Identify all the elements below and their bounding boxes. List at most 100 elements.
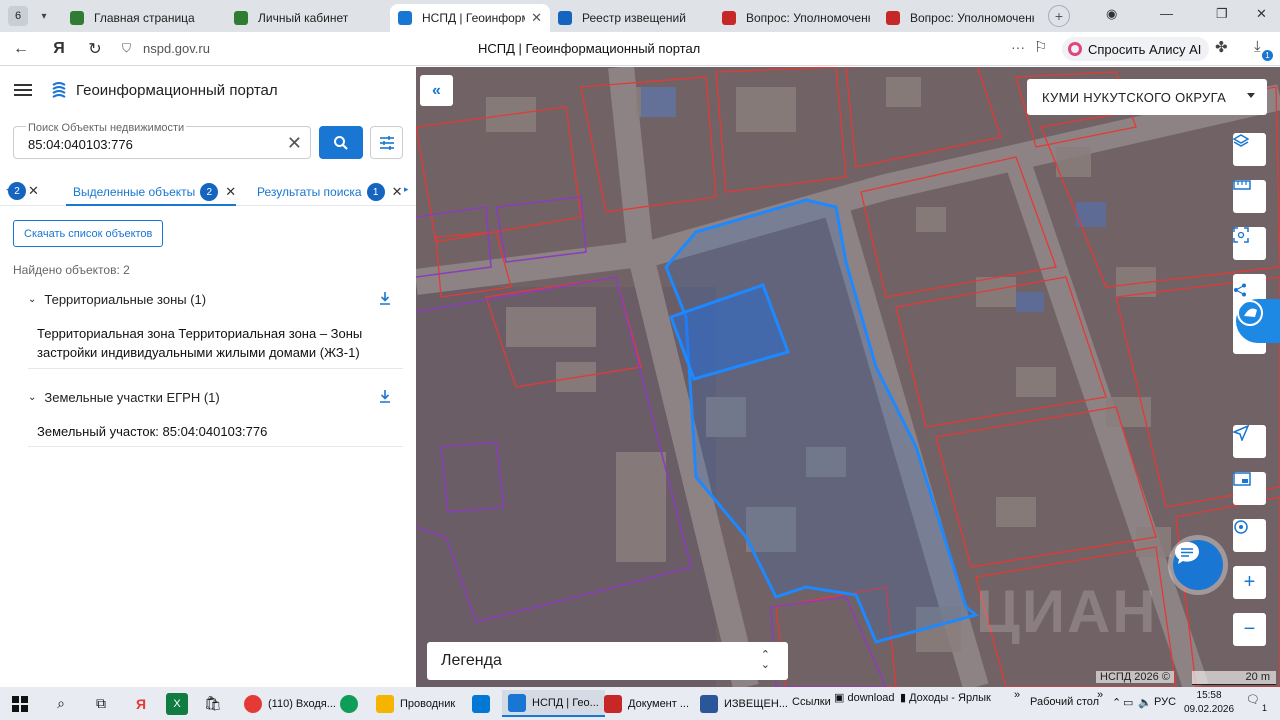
browser-tab[interactable]: Личный кабинет (226, 4, 390, 32)
taskbar-app-word[interactable]: ИЗВЕЩЕН... (694, 690, 794, 717)
toolbar-overflow-icon[interactable]: » (1014, 689, 1020, 701)
excel-icon[interactable]: X (166, 692, 188, 715)
caret-down-icon (1247, 93, 1255, 98)
search-icon (334, 135, 348, 150)
partial-tab-badge: 2 (8, 182, 26, 200)
map-view[interactable]: ЦИАН « КУМИ НУКУТСКОГО ОКРУГА + − Легенд… (416, 67, 1280, 687)
income-shortcut[interactable]: ▮ Доходы - Ярлык (900, 691, 991, 704)
tab-count-button[interactable]: 6 (8, 6, 28, 26)
search-icon[interactable]: ⌕ (50, 693, 72, 715)
ask-alisa-button[interactable]: Спросить Алису AI (1062, 37, 1210, 61)
layers-button[interactable] (1233, 133, 1266, 166)
download-icon[interactable] (378, 389, 392, 403)
browser-tab[interactable]: Реестр извещений (550, 4, 714, 32)
download-list-button[interactable]: Скачать список объектов (13, 220, 164, 247)
download-icon[interactable] (378, 291, 392, 305)
bookmark-icon[interactable]: ⚐ (1034, 38, 1047, 56)
reload-icon[interactable]: ↻ (82, 36, 108, 62)
url-text[interactable]: nspd.gov.ru (143, 41, 210, 56)
minimize-icon[interactable]: — (1160, 6, 1173, 21)
taskbar-app-outlook[interactable] (466, 690, 502, 717)
clock-time: 15:58 (1196, 690, 1222, 701)
close-window-icon[interactable]: ✕ (1256, 6, 1267, 22)
registry-favicon-icon (558, 11, 572, 25)
group-land-plots[interactable]: ⌄ Земельные участки ЕГРН (1) (28, 390, 220, 405)
taskbar-app-explorer[interactable]: Проводник (370, 690, 461, 717)
new-tab-button[interactable]: + (1048, 5, 1070, 27)
ruler-button[interactable] (1233, 180, 1266, 213)
app-title: Геоинформационный портал (76, 81, 278, 99)
store-icon[interactable]: 🛍 (202, 693, 224, 715)
filter-settings-button[interactable] (370, 126, 403, 159)
browser-tab[interactable]: Вопрос: Уполномоченн (714, 4, 878, 32)
more-toolbars-icon[interactable]: » (1097, 689, 1103, 701)
found-count: Найдено объектов: 2 (13, 263, 130, 277)
search-input[interactable]: Поиск Объекты недвижимости 85:04:040103:… (13, 122, 311, 159)
chrome-icon (244, 694, 262, 713)
tab-close-icon[interactable]: ✕ (531, 10, 542, 26)
menu-icon[interactable] (14, 81, 32, 99)
browser-tab-active[interactable]: НСПД | Геоинформац ✕ (390, 4, 550, 32)
site-info-icon[interactable]: ⛉ (122, 41, 131, 56)
yandex-browser-icon[interactable]: Я (130, 693, 152, 715)
links-toolbar[interactable]: Ссылки (792, 696, 831, 708)
list-item[interactable]: Территориальная зона Территориальная зон… (37, 324, 392, 362)
taskbar-app-edge[interactable] (334, 690, 370, 717)
outlook-icon (472, 694, 490, 713)
collapse-sidebar-button[interactable]: « (420, 75, 453, 106)
yandex-home-icon[interactable]: Я (46, 36, 72, 62)
expand-updown-icon[interactable]: ⌃ ⌄ (761, 650, 770, 671)
clock[interactable]: 15:58 09.02.2026 (1184, 689, 1234, 717)
windows-start-icon[interactable] (12, 695, 28, 712)
partial-tab-close-icon[interactable]: ✕ (28, 183, 39, 199)
tab-list-chevron-icon[interactable]: ▾ (34, 6, 54, 26)
zoom-in-button[interactable]: + (1233, 566, 1266, 599)
assistant-button[interactable] (1236, 299, 1280, 343)
taskbar-app-chrome[interactable]: (110) Входя... (238, 690, 342, 717)
zoom-out-button[interactable]: − (1233, 613, 1266, 646)
district-selector[interactable]: КУМИ НУКУТСКОГО ОКРУГА (1027, 79, 1267, 115)
tab-search-results[interactable]: Результаты поиска 1 ✕ (257, 183, 403, 201)
chat-button[interactable] (1173, 540, 1223, 590)
restore-icon[interactable]: ❐ (1216, 6, 1228, 22)
browser-tab-strip: 6 ▾ Главная страница Личный кабинет НСПД… (0, 0, 1280, 32)
task-view-icon[interactable]: ⧉ (90, 693, 112, 715)
search-value[interactable]: 85:04:040103:776 (28, 137, 133, 152)
more-icon[interactable]: ··· (1011, 39, 1025, 55)
volume-icon[interactable]: 🔈 (1138, 696, 1152, 709)
browser-tab[interactable]: Главная страница (62, 4, 226, 32)
list-item[interactable]: Земельный участок: 85:04:040103:776 (37, 422, 267, 441)
minimap-button[interactable] (1233, 472, 1266, 505)
group-territorial-zones[interactable]: ⌄ Территориальные зоны (1) (28, 292, 206, 307)
clear-search-icon[interactable]: ✕ (287, 133, 302, 154)
language-indicator[interactable]: РУС (1154, 696, 1176, 708)
network-icon[interactable]: ▭ (1123, 696, 1133, 709)
taskbar-app-nspd[interactable]: НСПД | Гео... (502, 690, 605, 717)
tabs-scroll-right-icon[interactable]: ▸ (404, 184, 409, 195)
group-title: Территориальные зоны (1) (44, 292, 207, 307)
extensions-icon[interactable]: ✤ (1215, 38, 1228, 56)
profile-icon[interactable]: ◉ (1106, 6, 1117, 22)
geolocation-button[interactable] (1233, 425, 1266, 458)
tab-count: 6 (14, 10, 22, 22)
desktop-toolbar[interactable]: Рабочий стол (1030, 696, 1099, 708)
back-arrow-icon[interactable]: ← (8, 36, 34, 62)
tab-selected-objects[interactable]: Выделенные объекты 2 ✕ (73, 183, 236, 201)
notification-count: 1 (1262, 703, 1268, 713)
tray-expand-icon[interactable]: ⌃ (1112, 696, 1121, 709)
nspd-favicon-icon (398, 11, 412, 25)
browser-tab[interactable]: Вопрос: Уполномоченн (878, 4, 1042, 32)
search-button[interactable] (319, 126, 363, 159)
tab-title: Личный кабинет (258, 11, 349, 25)
tab-close-icon[interactable]: ✕ (225, 184, 236, 200)
tab-close-icon[interactable]: ✕ (392, 184, 403, 200)
notifications-icon[interactable]: 🗨 (1246, 693, 1260, 706)
taskbar-app-label: Проводник (400, 697, 456, 710)
legend-panel[interactable]: Легенда ⌃ ⌄ (427, 642, 788, 680)
location-search-button[interactable] (1233, 519, 1266, 552)
income-shortcut-label: Доходы - Ярлык (909, 692, 991, 704)
taskbar-app-document[interactable]: Документ ... (598, 690, 695, 717)
download-shortcut[interactable]: ▣ download (834, 691, 895, 704)
select-area-button[interactable] (1233, 227, 1266, 260)
downloads-icon[interactable]: ⤓ (1254, 38, 1261, 55)
